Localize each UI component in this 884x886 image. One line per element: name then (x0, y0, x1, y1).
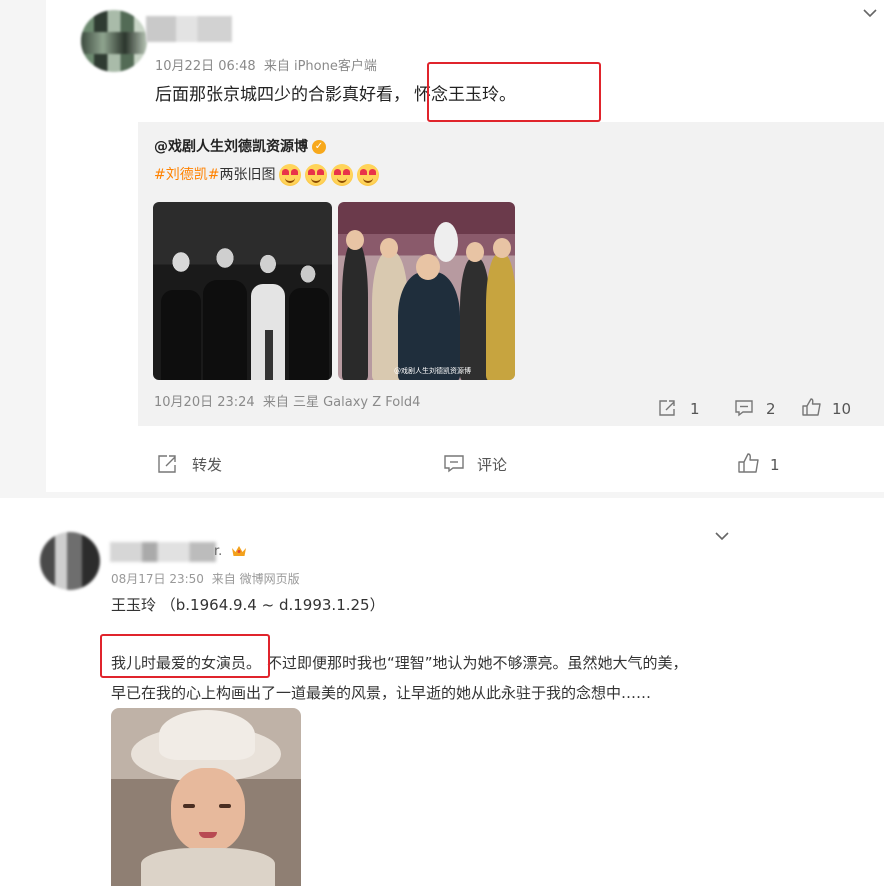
highlight-box (100, 634, 270, 678)
share-icon[interactable] (156, 454, 178, 474)
post-source: 来自 微博网页版 (211, 572, 300, 586)
post-meta: 10月22日 06:48 来自 iPhone客户端 (155, 55, 377, 74)
comment-icon[interactable] (734, 399, 754, 417)
heart-eyes-emoji-icon (305, 164, 328, 186)
repost-timestamp[interactable]: 10月20日 23:24 (154, 395, 255, 410)
hashtag-link[interactable]: #刘德凯# (154, 167, 219, 183)
avatar[interactable] (81, 10, 147, 72)
repost-image-2[interactable] (338, 202, 515, 380)
verified-badge-icon: ✓ (312, 140, 326, 154)
comment-button[interactable]: 评论 (477, 454, 507, 475)
avatar[interactable] (40, 532, 100, 590)
like-icon[interactable] (737, 452, 761, 474)
repost-meta: 10月20日 23:24 来自 三星 Galaxy Z Fold4 (154, 391, 420, 410)
chevron-down-icon[interactable] (714, 531, 730, 541)
post-timestamp[interactable]: 10月22日 06:48 (155, 59, 256, 74)
post-text-main: 后面那张京城四少的合影真好看， (155, 85, 410, 105)
repost-button[interactable]: 转发 (192, 454, 222, 475)
chevron-down-icon[interactable] (862, 8, 878, 18)
post-image[interactable] (111, 708, 301, 886)
repost-source: 来自 三星 Galaxy Z Fold4 (262, 395, 421, 410)
post-text-line-1: 王玉玲 （b.1964.9.4 ~ d.1993.1.25） (111, 596, 385, 614)
username-suffix[interactable]: r. (214, 544, 222, 559)
like-button-count[interactable]: 1 (770, 456, 780, 474)
repost-author[interactable]: @戏剧人生刘德凯资源博 (154, 139, 308, 155)
repost-count: 1 (690, 400, 700, 418)
crown-badge-icon (232, 546, 246, 556)
username-blurred[interactable] (110, 542, 216, 562)
image-watermark: @戏剧人生刘德凯资源博 (394, 367, 471, 375)
repost-image-1[interactable] (153, 202, 332, 380)
heart-eyes-emoji-icon (331, 164, 354, 186)
highlight-box (427, 62, 601, 122)
heart-eyes-emoji-icon (279, 164, 302, 186)
repost-text: #刘德凯#两张旧图 (154, 164, 380, 186)
share-icon[interactable] (657, 399, 677, 417)
post-text-line-3: 早已在我的心上构画出了一道最美的风景，让早逝的她从此永驻于我的念想中…… (111, 684, 652, 702)
heart-eyes-emoji-icon (357, 164, 380, 186)
post-source: 来自 iPhone客户端 (263, 59, 377, 74)
comment-count: 2 (766, 400, 776, 418)
post-text-rest: 不过即便那时我也“理智”地认为她不够漂亮。虽然她大气的美， (267, 654, 688, 672)
repost-author-row: @戏剧人生刘德凯资源博 ✓ (154, 136, 326, 156)
post-timestamp[interactable]: 08月17日 23:50 (111, 572, 204, 586)
repost-text-body: 两张旧图 (219, 167, 276, 183)
username-blurred[interactable] (146, 16, 232, 42)
like-count: 10 (832, 400, 852, 418)
comment-icon[interactable] (443, 454, 465, 474)
post-meta: 08月17日 23:50 来自 微博网页版 (111, 570, 300, 587)
like-icon[interactable] (801, 397, 823, 417)
